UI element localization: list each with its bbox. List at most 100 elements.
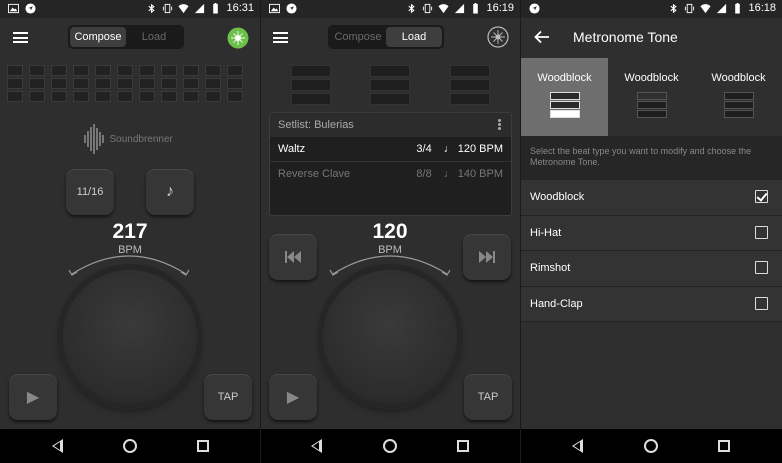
status-time: 16:31: [226, 2, 254, 14]
list-item[interactable]: Reverse Clave 8/8 ♩ 140 BPM: [270, 162, 511, 187]
tap-button[interactable]: TAP: [464, 374, 512, 420]
beat-column[interactable]: [205, 65, 221, 102]
beat-column[interactable]: [51, 65, 67, 102]
tempo-dial[interactable]: [323, 270, 457, 404]
beat-column[interactable]: [117, 65, 133, 102]
tab-beat-medium[interactable]: Woodblock: [608, 58, 695, 136]
beat-grid[interactable]: [7, 65, 243, 102]
tab-beat-accent[interactable]: Woodblock: [521, 58, 608, 136]
app-screenshot: 16:31 Compose Load Soundbrenner 11/16 ♪ …: [0, 0, 782, 463]
setlist-title: Setlist: Bulerias: [278, 119, 354, 131]
beat-column[interactable]: [95, 65, 111, 102]
previous-song-button[interactable]: [269, 234, 317, 280]
checkbox-icon[interactable]: [755, 296, 768, 310]
bluetooth-icon: [148, 3, 156, 13]
song-name: Waltz: [278, 143, 306, 155]
battery-icon: [735, 2, 741, 14]
brand-name: Soundbrenner: [109, 133, 173, 145]
subdivision-button[interactable]: ♪: [146, 169, 194, 215]
soundwave-icon: [84, 124, 104, 154]
time-signature-button[interactable]: 11/16: [66, 169, 114, 215]
page-title: Metronome Tone: [573, 29, 678, 45]
checkbox-checked-icon[interactable]: [755, 190, 768, 203]
signal-icon: [717, 3, 727, 13]
mode-switch[interactable]: Compose Load: [68, 25, 184, 49]
bluetooth-icon: [408, 3, 416, 13]
song-meter: 3/4: [416, 143, 432, 155]
list-item[interactable]: Waltz 3/4 ♩ 120 BPM: [270, 137, 511, 162]
beat-column[interactable]: [161, 65, 177, 102]
next-song-button[interactable]: [463, 234, 511, 280]
recents-icon[interactable]: [718, 440, 730, 452]
checkbox-icon[interactable]: [755, 225, 768, 239]
play-button[interactable]: ▶: [269, 374, 317, 420]
instruction-text: Select the beat type you want to modify …: [521, 136, 782, 180]
bluetooth-icon: [670, 3, 678, 13]
tab-load[interactable]: Load: [386, 27, 442, 47]
status-bar: 16:31: [0, 0, 260, 18]
recents-icon[interactable]: [197, 440, 209, 452]
beat-column[interactable]: [139, 65, 155, 102]
tab-beat-weak[interactable]: Woodblock: [695, 58, 782, 136]
option-label: Rimshot: [530, 262, 571, 274]
beat-column[interactable]: [183, 65, 199, 102]
skip-next-icon: [479, 251, 495, 263]
status-bar: 16:19: [261, 0, 520, 18]
home-icon[interactable]: [383, 439, 397, 453]
connect-device-icon[interactable]: [227, 27, 249, 49]
android-nav-bar: [261, 429, 520, 463]
battery-icon: [213, 2, 219, 14]
checkbox-icon[interactable]: [755, 261, 768, 274]
beat-column[interactable]: [29, 65, 45, 102]
beat-column[interactable]: [7, 65, 23, 102]
more-options-icon[interactable]: [498, 119, 501, 130]
list-item[interactable]: Hand-Clap: [521, 286, 782, 322]
home-icon[interactable]: [123, 439, 137, 453]
vibrate-icon: [685, 3, 695, 13]
beat-block[interactable]: [370, 65, 410, 105]
back-icon[interactable]: [311, 439, 322, 453]
android-nav-bar: [0, 429, 260, 463]
status-time: 16:18: [748, 2, 776, 14]
load-screen: 16:19 Compose Load Setlist: Bulerias Wal…: [261, 0, 520, 463]
wifi-icon: [438, 3, 450, 13]
beat-column[interactable]: [227, 65, 243, 102]
song-meter: 8/8: [416, 168, 432, 180]
list-item[interactable]: Rimshot: [521, 251, 782, 287]
beat-block[interactable]: [291, 65, 331, 105]
menu-icon[interactable]: [273, 32, 288, 43]
android-nav-bar: [521, 429, 782, 463]
recents-icon[interactable]: [457, 440, 469, 452]
menu-icon[interactable]: [13, 32, 28, 43]
back-icon[interactable]: [52, 439, 63, 453]
back-icon[interactable]: [572, 439, 583, 453]
play-icon: ▶: [286, 389, 300, 406]
song-name: Reverse Clave: [278, 168, 351, 180]
beat-column[interactable]: [73, 65, 89, 102]
beat-level-icon: [637, 92, 667, 118]
home-icon[interactable]: [644, 439, 658, 453]
play-icon: ▶: [26, 389, 40, 406]
navigation-icon: [286, 3, 297, 14]
setlist-card: Setlist: Bulerias Waltz 3/4 ♩ 120 BPM Re…: [269, 112, 512, 216]
tab-compose[interactable]: Compose: [330, 27, 386, 47]
tab-load[interactable]: Load: [126, 27, 182, 47]
status-time: 16:19: [486, 2, 514, 14]
connect-device-icon[interactable]: [487, 26, 509, 48]
list-item[interactable]: Woodblock: [521, 180, 782, 216]
list-item[interactable]: Hi-Hat: [521, 215, 782, 251]
option-label: Hand-Clap: [530, 297, 583, 310]
metronome-tone-screen: 16:18 Metronome Tone Woodblock Woodblock…: [521, 0, 782, 463]
beat-level-icon: [550, 92, 580, 118]
mode-switch[interactable]: Compose Load: [328, 25, 444, 49]
beat-block[interactable]: [450, 65, 490, 105]
song-tempo: ♩ 140 BPM: [443, 168, 503, 180]
tap-button[interactable]: TAP: [204, 374, 252, 420]
play-button[interactable]: ▶: [9, 374, 57, 420]
skip-previous-icon: [285, 251, 301, 263]
wifi-icon: [700, 3, 712, 13]
tab-compose[interactable]: Compose: [70, 27, 126, 47]
tempo-dial[interactable]: [63, 270, 197, 404]
beat-level-icon: [724, 92, 754, 118]
back-arrow-icon[interactable]: [534, 30, 550, 44]
